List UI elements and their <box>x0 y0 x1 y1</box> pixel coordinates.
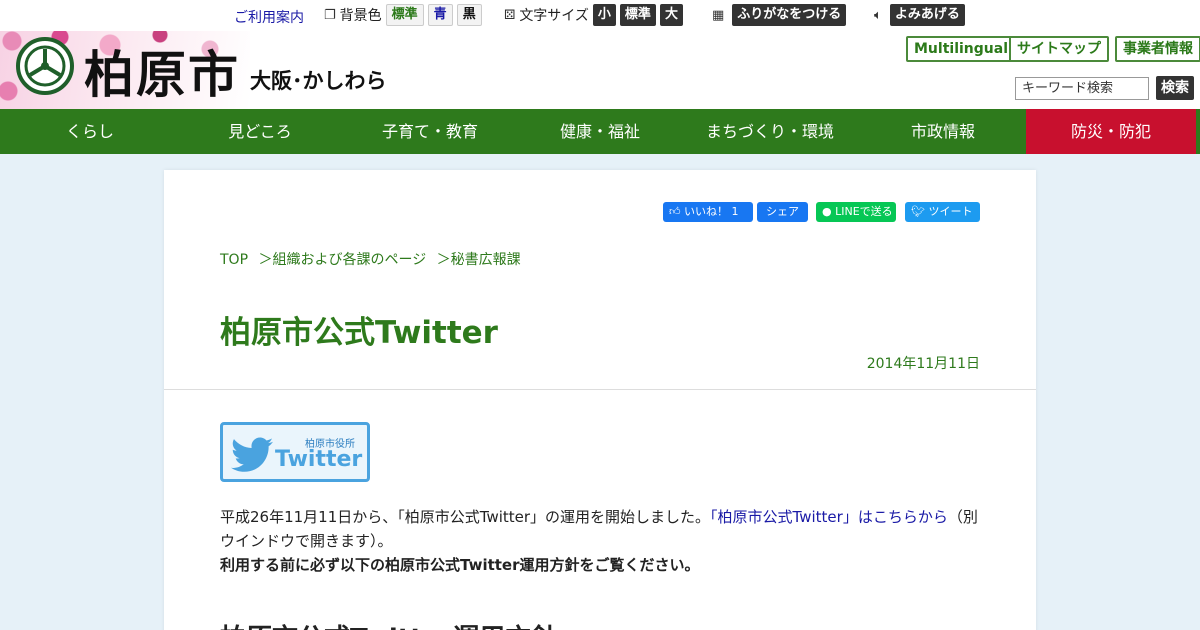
nav-item-health[interactable]: 健康・福祉 <box>520 109 680 154</box>
page-title: 柏原市公式Twitter <box>220 315 498 351</box>
site-header: 柏原市 大阪･かしわら Multilingual サイトマップ 事業者情報 検索 <box>0 31 1200 109</box>
line-share-button[interactable]: ● LINEで送る <box>816 202 896 222</box>
furigana-icon: ▦ <box>712 7 725 23</box>
breadcrumb-top[interactable]: TOP <box>220 252 248 268</box>
publish-date: 2014年11月11日 <box>866 356 980 372</box>
furigana-group: ▦ ふりがなをつける <box>712 4 847 26</box>
bgcolor-group: ❐ 背景色 標準 青 黒 <box>324 4 482 26</box>
sitemap-button[interactable]: サイトマップ <box>1009 36 1109 62</box>
fontsize-small-button[interactable]: 小 <box>592 4 616 26</box>
twitter-banner[interactable]: 柏原市役所 Twitter <box>220 422 370 482</box>
readaloud-button[interactable]: よみあげる <box>889 4 965 26</box>
breadcrumb: TOP ＞組織および各課のページ ＞秘書広報課 <box>220 249 527 269</box>
readaloud-group: 🔈︎ よみあげる <box>874 4 965 26</box>
site-logo-subtitle: 大阪･かしわら <box>250 69 387 93</box>
nav-item-living[interactable]: くらし <box>0 109 180 154</box>
nav-item-childcare[interactable]: 子育て・教育 <box>340 109 520 154</box>
fontsize-icon: ⚄ <box>504 7 516 23</box>
city-emblem-icon[interactable] <box>16 37 74 95</box>
guide-link[interactable]: ご利用案内 <box>234 7 304 27</box>
twitter-link[interactable]: 「柏原市公式Twitter」はこちらから <box>710 508 948 526</box>
tweet-label: ツイート <box>928 205 973 218</box>
fontsize-large-button[interactable]: 大 <box>659 4 683 26</box>
breadcrumb-secretary[interactable]: ＞秘書広報課 <box>437 252 521 268</box>
breadcrumb-organization[interactable]: ＞組織および各課のページ <box>258 252 426 268</box>
global-nav: くらし 見どころ 子育て・教育 健康・福祉 まちづくり・環境 市政情報 防災・防… <box>0 109 1200 154</box>
banner-twitter-word: Twitter <box>275 447 363 472</box>
thumbs-up-icon: 👍︎ <box>669 205 684 218</box>
search-input[interactable] <box>1015 77 1149 100</box>
site-logo[interactable]: 柏原市 <box>84 35 240 107</box>
twitter-bird-icon: 🐦︎ <box>911 205 929 218</box>
facebook-like-button[interactable]: 👍︎ いいね！ 1 <box>663 202 753 222</box>
policy-notice: 利用する前に必ず以下の柏原市公式Twitter運用方針をご覧ください。 <box>220 556 700 574</box>
nav-item-sightseeing[interactable]: 見どころ <box>180 109 340 154</box>
facebook-share-button[interactable]: シェア <box>757 202 808 222</box>
line-share-label: LINEで送る <box>835 205 893 218</box>
line-icon: ● <box>822 205 836 218</box>
speaker-icon: 🔈︎ <box>874 7 882 23</box>
nav-item-government[interactable]: 市政情報 <box>860 109 1026 154</box>
facebook-like-label: いいね！ 1 <box>684 205 739 218</box>
bgcolor-label: 背景色 <box>339 8 382 24</box>
bgcolor-black-button[interactable]: 黒 <box>456 4 482 26</box>
furigana-button[interactable]: ふりがなをつける <box>732 4 847 26</box>
business-info-button[interactable]: 事業者情報 <box>1115 36 1200 62</box>
bgcolor-standard-button[interactable]: 標準 <box>385 4 424 26</box>
policy-heading: 柏原市公式Twitter運用方針 <box>220 618 557 630</box>
nav-item-disaster[interactable]: 防災・防犯 <box>1026 109 1200 154</box>
search-button[interactable]: 検索 <box>1156 76 1194 100</box>
utility-bar: ご利用案内 ❐ 背景色 標準 青 黒 ⚄ 文字サイズ 小 標準 大 ▦ ふりがな… <box>0 0 1200 31</box>
fontsize-standard-button[interactable]: 標準 <box>619 4 656 26</box>
intro-text: 平成26年11月11日から、「柏原市公式Twitter」の運用を開始しました。 <box>220 508 711 526</box>
twitter-bird-icon <box>231 437 273 472</box>
content-card: 👍︎ いいね！ 1 シェア ● LINEで送る 🐦︎ ツイート TOP ＞組織お… <box>164 170 1036 630</box>
title-divider <box>164 389 1036 390</box>
bgcolor-blue-button[interactable]: 青 <box>427 4 453 26</box>
tweet-button[interactable]: 🐦︎ ツイート <box>905 202 980 222</box>
multilingual-button[interactable]: Multilingual <box>906 36 1016 62</box>
intro-paragraph: 平成26年11月11日から、「柏原市公式Twitter」の運用を開始しました。「… <box>220 505 980 577</box>
fontsize-label: 文字サイズ <box>519 8 589 24</box>
fontsize-group: ⚄ 文字サイズ 小 標準 大 <box>504 4 683 26</box>
nav-item-townplanning[interactable]: まちづくり・環境 <box>680 109 860 154</box>
bgcolor-icon: ❐ <box>324 7 336 23</box>
